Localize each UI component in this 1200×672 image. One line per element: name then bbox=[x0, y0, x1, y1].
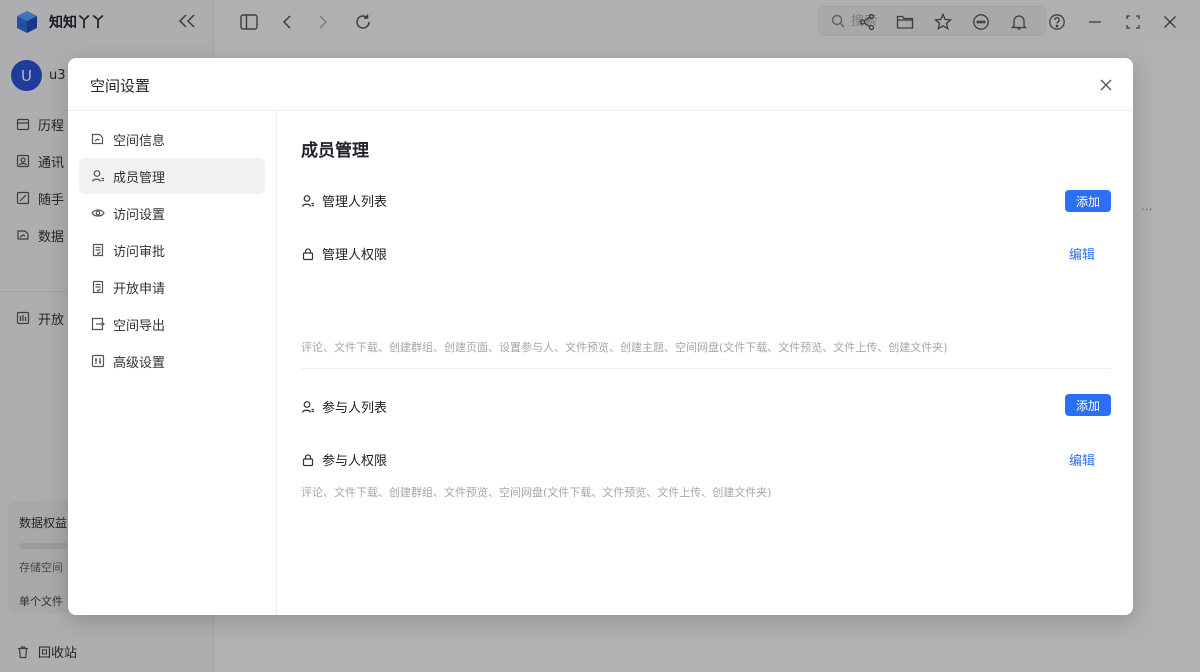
admin-permission-label: 管理人权限 bbox=[322, 248, 388, 263]
lock-icon bbox=[301, 453, 315, 467]
menu-item-open-application[interactable]: 开放申请 bbox=[79, 269, 265, 305]
member-icon bbox=[91, 169, 105, 183]
content-title: 成员管理 bbox=[301, 141, 369, 161]
member-management-panel: 成员管理 管理人列表 添加 管理人权限 编辑 评论、文件下载、创建群组、创建页面… bbox=[277, 111, 1133, 615]
add-admin-button[interactable]: 添加 bbox=[1065, 190, 1111, 212]
participant-permission-label: 参与人权限 bbox=[322, 454, 388, 469]
menu-item-label: 访问审批 bbox=[113, 244, 166, 260]
export-icon bbox=[91, 317, 105, 331]
admin-permission-row: 管理人权限 bbox=[301, 244, 387, 263]
close-icon[interactable] bbox=[1096, 75, 1116, 95]
admin-list-label: 管理人列表 bbox=[322, 195, 388, 210]
member-icon bbox=[301, 194, 315, 208]
menu-item-label: 空间导出 bbox=[113, 318, 166, 334]
menu-item-label: 访问设置 bbox=[113, 207, 166, 223]
application-doc-icon bbox=[91, 280, 105, 294]
approval-doc-icon bbox=[91, 243, 105, 257]
edit-admin-permission-link[interactable]: 编辑 bbox=[1069, 244, 1095, 263]
lock-icon bbox=[301, 247, 315, 261]
menu-item-label: 开放申请 bbox=[113, 281, 166, 297]
menu-item-space-export[interactable]: 空间导出 bbox=[79, 306, 265, 342]
menu-item-advanced-settings[interactable]: 高级设置 bbox=[79, 343, 265, 379]
section-divider bbox=[301, 368, 1111, 369]
participant-permission-description: 评论、文件下载、创建群组、文件预览、空间网盘(文件下载、文件预览、文件上传、创建… bbox=[301, 486, 772, 499]
menu-item-label: 高级设置 bbox=[113, 355, 166, 371]
advanced-settings-icon bbox=[91, 354, 105, 368]
edit-participant-permission-link[interactable]: 编辑 bbox=[1069, 450, 1095, 469]
modal-header: 空间设置 bbox=[68, 58, 1133, 111]
menu-item-label: 成员管理 bbox=[113, 170, 166, 186]
menu-item-label: 空间信息 bbox=[113, 133, 166, 149]
participant-permission-row: 参与人权限 bbox=[301, 450, 387, 469]
participant-list-row: 参与人列表 bbox=[301, 397, 387, 416]
participant-list-label: 参与人列表 bbox=[322, 401, 388, 416]
admin-permission-description: 评论、文件下载、创建群组、创建页面、设置参与人、文件预览、创建主题、空间网盘(文… bbox=[301, 341, 948, 354]
admin-list-row: 管理人列表 bbox=[301, 191, 387, 210]
add-participant-button[interactable]: 添加 bbox=[1065, 394, 1111, 416]
menu-item-space-info[interactable]: 空间信息 bbox=[79, 121, 265, 157]
settings-menu: 空间信息 成员管理 访问设置 访问审批 开放申请 空间导出 高级设置 bbox=[68, 111, 277, 615]
menu-item-member-management[interactable]: 成员管理 bbox=[79, 158, 265, 194]
member-icon bbox=[301, 400, 315, 414]
eye-icon bbox=[91, 206, 105, 220]
menu-item-access-settings[interactable]: 访问设置 bbox=[79, 195, 265, 231]
space-info-icon bbox=[91, 132, 105, 146]
space-settings-modal: 空间设置 空间信息 成员管理 访问设置 访问审批 开放申请 空间导出 高级设置 … bbox=[68, 58, 1133, 615]
modal-title: 空间设置 bbox=[90, 77, 151, 95]
menu-item-access-approval[interactable]: 访问审批 bbox=[79, 232, 265, 268]
